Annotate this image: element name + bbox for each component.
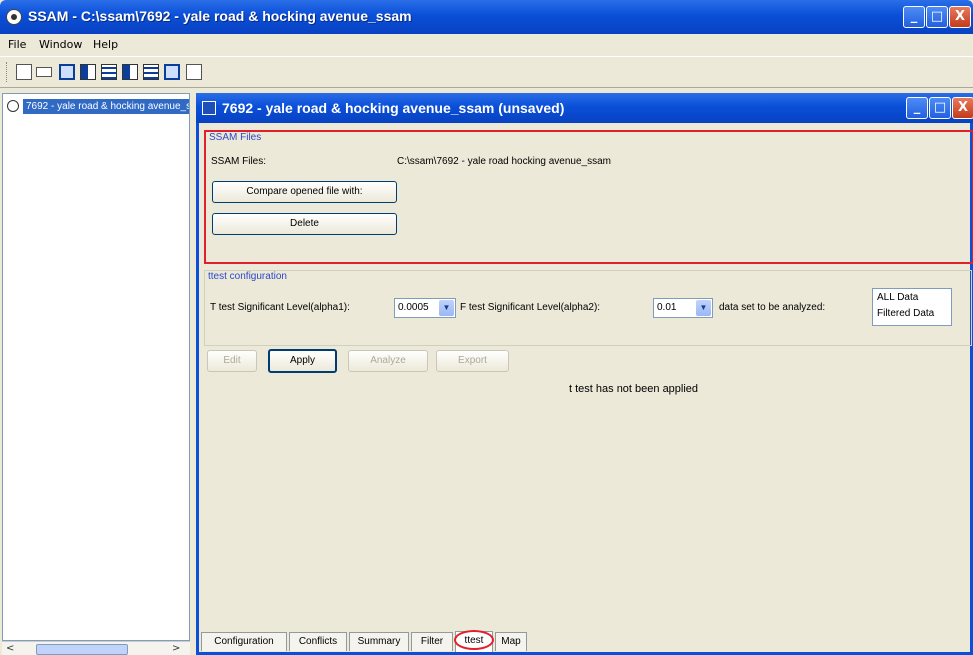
ssam-files-label: SSAM Files: — [211, 156, 267, 167]
export-button[interactable]: Export — [436, 350, 509, 372]
window-icon[interactable] — [80, 64, 96, 80]
tab-summary[interactable]: Summary — [349, 632, 409, 651]
tree-item[interactable]: 7692 - yale road & hocking avenue_ssam — [5, 99, 189, 114]
project-tree[interactable]: 7692 - yale road & hocking avenue_ssam — [2, 93, 190, 641]
chart-icon[interactable] — [164, 64, 180, 80]
menu-bar: File Window Help — [0, 34, 973, 54]
delete-button[interactable]: Delete — [212, 213, 397, 235]
tab-configuration[interactable]: Configuration — [201, 632, 287, 651]
maximize-button[interactable]: □ — [926, 6, 948, 28]
alpha2-value: 0.01 — [657, 302, 677, 313]
alpha1-select[interactable]: 0.0005 ▼ — [394, 298, 456, 318]
document-title-bar[interactable]: 7692 - yale road & hocking avenue_ssam (… — [196, 93, 973, 123]
ttest-config-legend: ttest configuration — [208, 271, 287, 282]
compare-file-button[interactable]: Compare opened file with: — [212, 181, 397, 203]
scroll-right-icon[interactable]: > — [172, 643, 180, 654]
apply-button[interactable]: Apply — [268, 349, 337, 373]
window-title: SSAM - C:\ssam\7692 - yale road & hockin… — [28, 8, 412, 24]
alpha1-label: T test Significant Level(alpha1): — [210, 302, 350, 313]
alpha1-value: 0.0005 — [398, 302, 429, 313]
analyze-button[interactable]: Analyze — [348, 350, 428, 372]
scroll-thumb[interactable] — [36, 644, 128, 655]
doc-close-button[interactable]: X — [952, 97, 973, 119]
chevron-down-icon[interactable]: ▼ — [696, 300, 711, 316]
tab-bar: Configuration Conflicts Summary Filter t… — [199, 629, 970, 652]
list-icon[interactable] — [101, 64, 117, 80]
ttest-tab-highlight — [454, 630, 494, 650]
dataset-option[interactable]: ALL Data — [873, 289, 951, 305]
scroll-left-icon[interactable]: < — [6, 643, 14, 654]
doc-maximize-button[interactable]: □ — [929, 97, 951, 119]
tab-map[interactable]: Map — [495, 632, 527, 651]
alpha2-select[interactable]: 0.01 ▼ — [653, 298, 713, 318]
grid-icon[interactable] — [143, 64, 159, 80]
document-title: 7692 - yale road & hocking avenue_ssam (… — [222, 100, 565, 116]
ttest-panel: SSAM Files SSAM Files: C:\ssam\7692 - ya… — [199, 123, 973, 652]
tab-filter[interactable]: Filter — [411, 632, 453, 651]
app-title-bar[interactable]: SSAM - C:\ssam\7692 - yale road & hockin… — [0, 0, 973, 34]
document-icon — [202, 101, 216, 115]
ssam-file-path: C:\ssam\7692 - yale road hocking avenue_… — [397, 156, 612, 167]
doc-minimize-button[interactable]: _ — [906, 97, 928, 119]
save-icon[interactable] — [59, 64, 75, 80]
minimize-button[interactable]: _ — [903, 6, 925, 28]
toolbar-grip[interactable] — [6, 62, 10, 82]
tab-conflicts[interactable]: Conflicts — [289, 632, 347, 651]
table-icon[interactable] — [122, 64, 138, 80]
ttest-config-section: ttest configuration T test Significant L… — [204, 270, 972, 346]
tree-horizontal-scrollbar[interactable]: < > — [2, 641, 190, 655]
document-window: 7692 - yale road & hocking avenue_ssam (… — [196, 93, 973, 655]
ssam-files-legend: SSAM Files — [209, 132, 262, 143]
menu-window[interactable]: Window — [39, 38, 82, 51]
open-icon[interactable] — [36, 67, 52, 77]
edit-button[interactable]: Edit — [207, 350, 257, 372]
ttest-status-message: t test has not been applied — [569, 383, 699, 395]
dataset-label: data set to be analyzed: — [719, 302, 826, 313]
ssam-files-section: SSAM Files SSAM Files: C:\ssam\7692 - ya… — [204, 130, 973, 264]
ssam-app-icon — [6, 9, 22, 25]
project-icon — [7, 100, 19, 112]
menu-file[interactable]: File — [8, 38, 26, 51]
dataset-option[interactable]: Filtered Data — [873, 305, 951, 321]
tree-item-label: 7692 - yale road & hocking avenue_ssam — [23, 99, 189, 114]
chevron-down-icon[interactable]: ▼ — [439, 300, 454, 316]
new-file-icon[interactable] — [16, 64, 32, 80]
dataset-list[interactable]: ALL Data Filtered Data — [872, 288, 952, 326]
menu-help[interactable]: Help — [93, 38, 118, 51]
toolbar — [0, 56, 973, 88]
alpha2-label: F test Significant Level(alpha2): — [460, 302, 601, 313]
close-button[interactable]: X — [949, 6, 971, 28]
help-icon[interactable] — [186, 64, 202, 80]
